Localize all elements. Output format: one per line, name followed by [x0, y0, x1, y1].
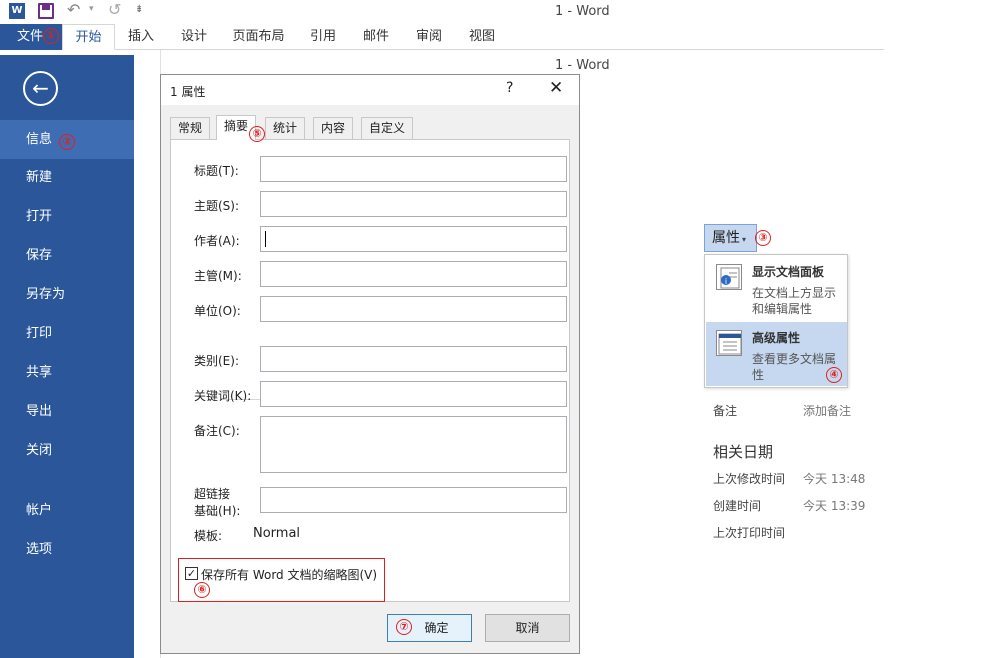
- marker-2: ②: [59, 134, 75, 150]
- info-label-created: 创建时间: [713, 499, 762, 513]
- field-label-author: 作者(A):: [194, 234, 240, 248]
- document-panel-icon: i: [716, 264, 742, 290]
- ok-button-label: 确定: [424, 621, 449, 635]
- undo-dropdown-icon[interactable]: ▾: [89, 4, 94, 14]
- tab-references[interactable]: 引用: [303, 24, 343, 50]
- sidebar-item-new[interactable]: 新建: [0, 158, 134, 197]
- ribbon-tabs: 文件 开始 插入 设计 页面布局 引用 邮件 审阅 视图: [0, 24, 884, 50]
- author-field[interactable]: [260, 226, 567, 252]
- marker-1: ①: [43, 28, 59, 44]
- marker-3: ③: [755, 230, 771, 246]
- tab-home[interactable]: 开始: [62, 24, 115, 50]
- word-app-icon[interactable]: W: [9, 3, 25, 19]
- info-label-comments: 备注: [713, 404, 738, 418]
- menu-item-title: 高级属性: [752, 331, 801, 345]
- chevron-down-icon: ▾: [742, 235, 747, 244]
- tab-custom[interactable]: 自定义: [361, 117, 414, 139]
- title-field[interactable]: [260, 156, 567, 182]
- sidebar-item-options[interactable]: 选项: [0, 530, 134, 569]
- dialog-title: 1 属性: [170, 85, 206, 99]
- tab-design[interactable]: 设计: [174, 24, 214, 50]
- tab-review[interactable]: 审阅: [409, 24, 449, 50]
- undo-icon[interactable]: ↶: [67, 0, 80, 19]
- field-label-hyperlink-base-line1: 超链接: [194, 487, 231, 501]
- menu-item-title: 显示文档面板: [752, 265, 825, 279]
- redo-icon[interactable]: ↺: [108, 0, 121, 19]
- sidebar-item-open[interactable]: 打开: [0, 197, 134, 236]
- marker-4: ④: [826, 367, 842, 383]
- comments-field[interactable]: [260, 416, 567, 473]
- field-label-company: 单位(O):: [194, 304, 241, 318]
- tab-mailings[interactable]: 邮件: [356, 24, 396, 50]
- info-value-created: 今天 13:39: [803, 499, 866, 513]
- marker-7: ⑦: [396, 619, 412, 635]
- field-label-manager: 主管(M):: [194, 269, 242, 283]
- field-label-keywords: 关键词(K):: [194, 389, 252, 403]
- tab-page-layout[interactable]: 页面布局: [227, 24, 290, 50]
- info-label-last-printed: 上次打印时间: [713, 526, 786, 540]
- back-arrow-icon[interactable]: ←: [23, 71, 58, 106]
- field-label-comments: 备注(C):: [194, 424, 240, 438]
- menu-item-desc: 在文档上方显示和编辑属性: [752, 286, 837, 316]
- tab-insert[interactable]: 插入: [121, 24, 161, 50]
- company-field[interactable]: [260, 296, 567, 322]
- manager-field[interactable]: [260, 261, 567, 287]
- marker-5: ⑤: [249, 126, 265, 142]
- field-label-category: 类别(E):: [194, 354, 239, 368]
- field-label-subject: 主题(S):: [194, 199, 240, 213]
- properties-menu: i 显示文档面板 在文档上方显示和编辑属性 高级属性 查看更多文档属性: [704, 254, 848, 388]
- customize-toolbar-icon[interactable]: ⇟: [135, 4, 143, 15]
- cancel-button[interactable]: 取消: [485, 614, 570, 642]
- marker-6: ⑥: [194, 582, 210, 598]
- tab-general[interactable]: 常规: [170, 117, 211, 139]
- info-value-last-modified: 今天 13:48: [803, 472, 866, 486]
- save-thumbnail-label[interactable]: 保存所有 Word 文档的缩略图(V): [201, 566, 377, 583]
- dialog-titlebar: 1 属性 ? ✕: [161, 75, 579, 105]
- close-icon[interactable]: ✕: [549, 78, 563, 98]
- field-label-title: 标题(T):: [194, 164, 239, 178]
- keywords-field[interactable]: [260, 381, 567, 407]
- help-icon[interactable]: ?: [506, 80, 513, 96]
- summary-panel: 标题(T): 主题(S): 作者(A): 主管(M): 单位(O): 类别(E)…: [170, 139, 570, 602]
- info-label-last-modified: 上次修改时间: [713, 472, 786, 486]
- template-label: 模板:: [194, 529, 223, 543]
- text-cursor: [265, 231, 266, 247]
- properties-dropdown-button[interactable]: 属性 ▾: [704, 224, 757, 252]
- sidebar-item-share[interactable]: 共享: [0, 353, 134, 392]
- sidebar-item-export[interactable]: 导出: [0, 392, 134, 431]
- hyperlink-base-field[interactable]: [260, 487, 567, 513]
- properties-button-label: 属性: [712, 230, 740, 246]
- menu-item-show-document-panel[interactable]: i 显示文档面板 在文档上方显示和编辑属性: [706, 256, 847, 320]
- subject-field[interactable]: [260, 191, 567, 217]
- sidebar-item-close[interactable]: 关闭: [0, 431, 134, 470]
- save-thumbnail-checkbox[interactable]: ✓: [185, 567, 198, 580]
- field-label-hyperlink-base-line2: 基础(H):: [194, 504, 241, 518]
- template-value: Normal: [253, 526, 301, 541]
- info-value-comments[interactable]: 添加备注: [803, 402, 851, 419]
- advanced-properties-icon: [716, 330, 742, 356]
- sidebar-item-account[interactable]: 帐户: [0, 491, 134, 530]
- category-field[interactable]: [260, 346, 567, 372]
- sidebar-item-save[interactable]: 保存: [0, 236, 134, 275]
- quick-access-toolbar: W ↶ ▾ ↺ ⇟ 1 - Word: [0, 0, 983, 24]
- related-dates-heading: 相关日期: [713, 443, 774, 461]
- sidebar-item-print[interactable]: 打印: [0, 314, 134, 353]
- sidebar-item-save-as[interactable]: 另存为: [0, 275, 134, 314]
- save-icon[interactable]: [38, 3, 54, 19]
- properties-dialog: 1 属性 ? ✕ 常规 摘要 统计 内容 自定义 ⑤ 标题(T): 主题(S):…: [160, 74, 580, 654]
- backstage-title: 1 - Word: [555, 58, 610, 73]
- tab-contents[interactable]: 内容: [313, 117, 354, 139]
- window-title: 1 - Word: [555, 4, 610, 19]
- svg-text:i: i: [725, 277, 727, 286]
- tab-statistics[interactable]: 统计: [265, 117, 306, 139]
- tab-view[interactable]: 视图: [462, 24, 502, 50]
